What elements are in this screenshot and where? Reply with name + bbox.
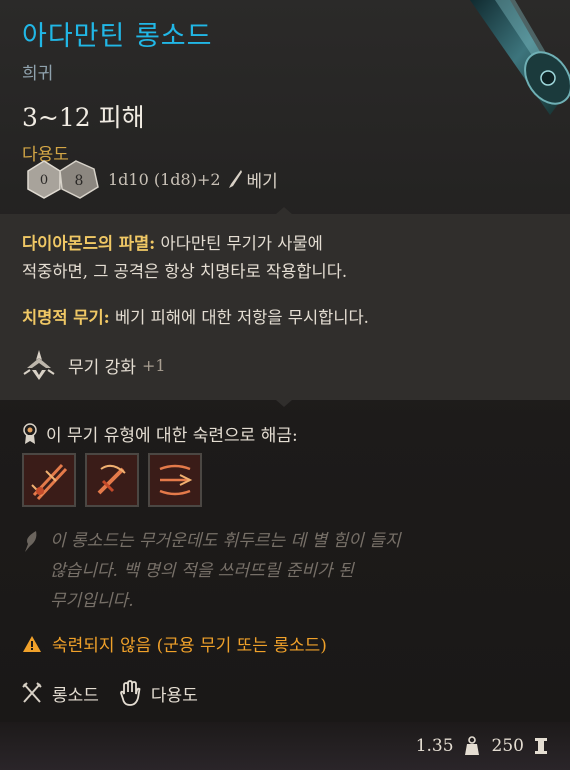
- damage-range: 3~12 피해: [22, 103, 145, 132]
- price-value: 250: [491, 736, 524, 756]
- warning-text: 숙련되지 않음 (군용 무기 또는 롱소드): [52, 636, 327, 656]
- gold-coin-icon: [534, 737, 548, 755]
- crossed-swords-icon: [22, 682, 42, 704]
- property-versatile: 다용도: [119, 680, 198, 706]
- proficiency-title: 이 무기 유형에 대한 숙련으로 해금:: [46, 426, 298, 446]
- passive-name: 치명적 무기:: [22, 308, 110, 327]
- proficiency-medal-icon: [22, 422, 38, 445]
- damage-dice-row: 0 8 1d10 (1d8)+2 베기: [24, 159, 278, 199]
- passive-desc-line1: 아다만틴 무기가 사물에: [155, 234, 323, 253]
- sword-art-image: [400, 0, 570, 140]
- weight-icon: [464, 736, 480, 756]
- damage-formula: 1d10 (1d8)+2: [108, 169, 221, 189]
- hand-icon: [119, 680, 141, 706]
- property-longsword: 롱소드: [22, 681, 99, 706]
- passive-desc: 베기 피해에 대한 저항을 무시합니다.: [109, 308, 369, 327]
- passive-desc-line2: 적중하면, 그 공격은 항상 치명타로 작용합니다.: [22, 262, 348, 281]
- weapon-enchant: 무기 강화 +1: [22, 348, 166, 382]
- passive-name: 다이아몬드의 파멸:: [22, 234, 156, 253]
- slashing-icon: [227, 169, 243, 189]
- action-icon-lacerate[interactable]: [22, 453, 76, 507]
- item-rarity: 희귀: [22, 64, 54, 84]
- item-tooltip: 아다만틴 롱소드 희귀 3~12 피해 다용도 0 8 1d10 (1d8)+2…: [0, 0, 570, 770]
- unlocked-actions: [22, 453, 211, 507]
- enchant-value: +1: [141, 355, 166, 375]
- weight-value: 1.35: [415, 736, 454, 756]
- flavor-text: 이 롱소드는 무거운데도 휘두르는 데 별 힘이 들지 않습니다. 백 명의 적…: [50, 531, 401, 611]
- section-divider: [0, 207, 570, 223]
- item-name: 아다만틴 롱소드: [22, 21, 213, 52]
- quill-icon: [22, 530, 40, 616]
- svg-text:0: 0: [40, 173, 48, 188]
- flavor-section: 이 롱소드는 무거운데도 휘두르는 데 별 힘이 들지 않습니다. 백 명의 적…: [22, 526, 542, 616]
- warning-icon: [22, 635, 42, 653]
- damage-type: 베기: [246, 171, 278, 192]
- proficiency-unlock-heading: 이 무기 유형에 대한 숙련으로 해금:: [22, 421, 298, 446]
- weapon-properties: 롱소드 다용도: [22, 680, 218, 706]
- dice-icon: 0 8: [24, 159, 104, 199]
- action-icon-pommel-strike[interactable]: [85, 453, 139, 507]
- tooltip-footer: 1.35 250: [0, 722, 570, 770]
- svg-text:8: 8: [75, 173, 84, 189]
- passive-weapon: 치명적 무기: 베기 피해에 대한 저항을 무시합니다.: [22, 304, 552, 332]
- section-divider: [0, 394, 570, 407]
- enchant-label: 무기 강화: [68, 357, 136, 378]
- weapon-enchant-icon: [22, 348, 56, 382]
- proficiency-warning: 숙련되지 않음 (군용 무기 또는 롱소드): [22, 631, 327, 656]
- action-icon-cleave[interactable]: [148, 453, 202, 507]
- passive-diamond-bane: 다이아몬드의 파멸: 아다만틴 무기가 사물에 적중하면, 그 공격은 항상 치…: [22, 230, 552, 286]
- item-header: 아다만틴 롱소드 희귀 3~12 피해 다용도: [22, 14, 212, 165]
